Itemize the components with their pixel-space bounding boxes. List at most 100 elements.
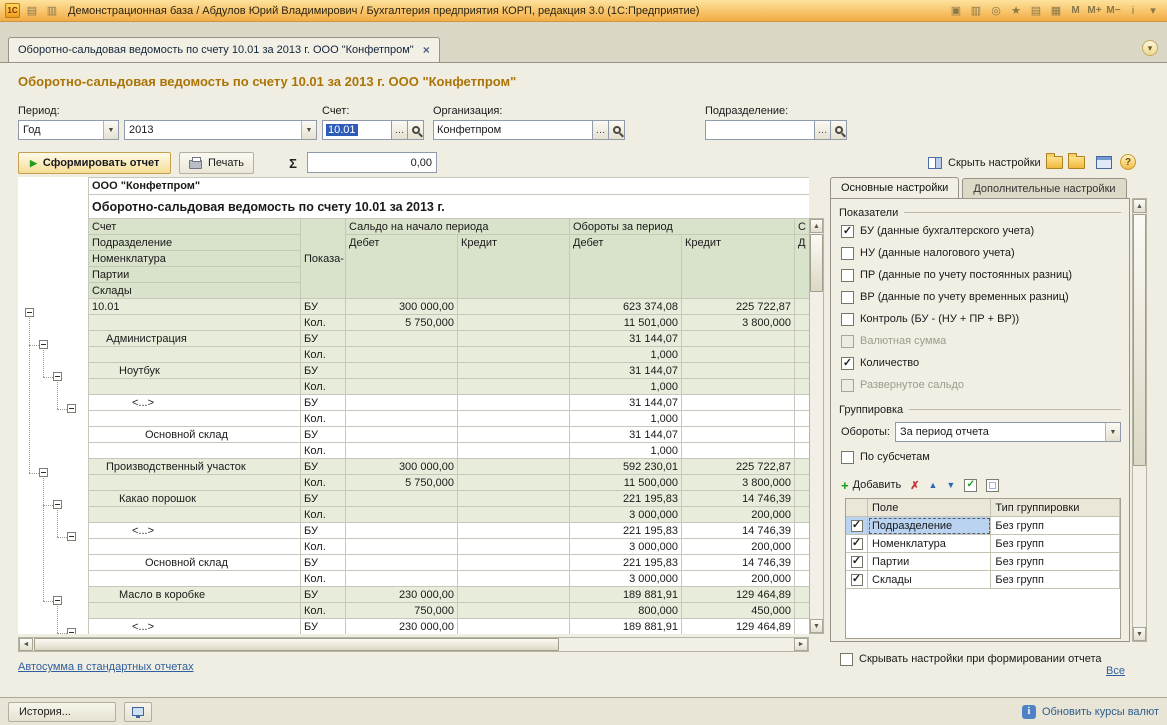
report-cell[interactable]: 750,000 (346, 603, 458, 619)
grouping-header-field[interactable]: Поле (868, 499, 991, 517)
indicator-checkbox[interactable]: ПР (данные по учету постоянных разниц) (831, 264, 1129, 286)
report-cell[interactable] (682, 411, 795, 427)
report-cell[interactable] (682, 347, 795, 363)
grouping-row[interactable]: ✓ПодразделениеБез групп (846, 517, 1120, 535)
memory-mplus-button[interactable]: M+ (1086, 3, 1103, 19)
autosum-field[interactable]: 0,00 (307, 152, 437, 173)
report-cell[interactable] (346, 507, 458, 523)
find-icon[interactable]: ◎ (987, 3, 1005, 19)
help-icon[interactable]: ? (1120, 154, 1136, 170)
report-cell[interactable]: 1,000 (570, 379, 682, 395)
tree-collapse-button[interactable] (67, 404, 76, 413)
report-cell[interactable] (346, 411, 458, 427)
organization-lookup-button[interactable] (609, 120, 625, 140)
autosum-sigma-icon[interactable]: Σ (283, 153, 303, 173)
division-lookup-button[interactable] (831, 120, 847, 140)
report-cell[interactable]: 623 374,08 (570, 299, 682, 315)
account-ellipsis-button[interactable]: … (392, 120, 408, 140)
report-cell[interactable] (458, 331, 570, 347)
all-link[interactable]: Все (1106, 665, 1125, 677)
grouping-row-checkbox[interactable]: ✓ (846, 535, 868, 553)
report-cell[interactable]: 221 195,83 (570, 555, 682, 571)
report-cell[interactable]: БУ (301, 555, 346, 571)
report-cell[interactable]: 200,000 (682, 539, 795, 555)
open-windows-dropdown-icon[interactable]: ▾ (1142, 40, 1158, 56)
report-cell[interactable]: 129 464,89 (682, 587, 795, 603)
report-cell[interactable]: 3 000,000 (570, 571, 682, 587)
report-cell[interactable]: 11 500,000 (570, 475, 682, 491)
report-cell[interactable] (458, 363, 570, 379)
report-cell[interactable]: 3 800,000 (682, 475, 795, 491)
report-cell[interactable]: 200,000 (682, 507, 795, 523)
report-cell[interactable] (458, 299, 570, 315)
indicator-checkbox[interactable]: ВР (данные по учету временных разниц) (831, 286, 1129, 308)
favorites-star-icon[interactable]: ★ (1007, 3, 1025, 19)
uncheck-all-icon[interactable] (986, 479, 999, 492)
report-cell[interactable] (795, 555, 809, 571)
report-cell[interactable] (89, 571, 301, 587)
report-cell[interactable] (795, 539, 809, 555)
report-cell[interactable] (346, 427, 458, 443)
period-type-combobox[interactable]: Год ▼ (18, 120, 119, 140)
indicator-checkbox[interactable]: Контроль (БУ - (НУ + ПР + ВР)) (831, 308, 1129, 330)
info-icon[interactable]: i (1124, 3, 1142, 19)
division-field[interactable]: … (705, 120, 847, 140)
grouping-row[interactable]: ✓ПартииБез групп (846, 553, 1120, 571)
report-cell[interactable]: 592 230,01 (570, 459, 682, 475)
report-cell[interactable] (458, 459, 570, 475)
turnover-combobox[interactable]: За период отчета ▼ (895, 422, 1121, 442)
report-cell[interactable]: БУ (301, 587, 346, 603)
report-cell[interactable] (795, 299, 809, 315)
indicator-checkbox[interactable]: ✓БУ (данные бухгалтерского учета) (831, 220, 1129, 242)
tree-collapse-button[interactable] (67, 628, 76, 634)
column-header-debit[interactable]: Дебет (346, 235, 458, 299)
report-cell[interactable]: Кол. (301, 443, 346, 459)
report-cell[interactable] (89, 347, 301, 363)
report-cell[interactable] (795, 587, 809, 603)
report-cell[interactable] (89, 379, 301, 395)
report-cell[interactable] (795, 571, 809, 587)
report-cell[interactable] (458, 619, 570, 634)
vertical-scroll-thumb[interactable] (1133, 214, 1146, 466)
report-cell[interactable]: 221 195,83 (570, 523, 682, 539)
report-cell[interactable]: Масло в коробке (89, 587, 301, 603)
organization-field[interactable]: Конфетпром … (433, 120, 625, 140)
move-up-icon[interactable]: ▲ (928, 480, 937, 490)
grouping-type-cell[interactable]: Без групп (991, 553, 1120, 571)
column-header-warehouses[interactable]: Склады (89, 283, 301, 299)
report-cell[interactable] (795, 475, 809, 491)
report-cell[interactable] (458, 475, 570, 491)
report-cell[interactable]: Кол. (301, 315, 346, 331)
report-cell[interactable]: 230 000,00 (346, 619, 458, 634)
report-cell[interactable]: 200,000 (682, 571, 795, 587)
report-cell[interactable] (458, 379, 570, 395)
report-cell[interactable] (346, 347, 458, 363)
report-cell[interactable]: Кол. (301, 347, 346, 363)
column-header-credit[interactable]: Кредит (458, 235, 570, 299)
report-cell[interactable] (795, 459, 809, 475)
account-field[interactable]: 10.01 … (322, 120, 424, 140)
titlebar-menu-chevron-icon[interactable]: ▾ (1144, 3, 1162, 19)
report-cell[interactable] (795, 411, 809, 427)
report-cell[interactable] (682, 427, 795, 443)
calculator-icon[interactable]: ▤ (1027, 3, 1045, 19)
report-cell[interactable]: Ноутбук (89, 363, 301, 379)
report-cell[interactable]: 1,000 (570, 411, 682, 427)
report-cell[interactable] (89, 443, 301, 459)
report-cell[interactable] (795, 363, 809, 379)
tree-collapse-button[interactable] (53, 596, 62, 605)
report-cell[interactable] (795, 379, 809, 395)
tab-report[interactable]: Оборотно-сальдовая ведомость по счету 10… (8, 37, 440, 62)
vertical-scroll-thumb[interactable] (810, 234, 823, 292)
column-header-debit[interactable]: Дебет (570, 235, 682, 299)
report-cell[interactable]: 11 501,000 (570, 315, 682, 331)
tab-close-icon[interactable]: × (423, 44, 430, 56)
by-subaccounts-checkbox[interactable]: По субсчетам (831, 446, 1129, 468)
column-header-debit-clipped[interactable]: Д (795, 235, 809, 299)
period-year-combobox[interactable]: 2013 ▼ (124, 120, 317, 140)
report-cell[interactable] (458, 523, 570, 539)
report-cell[interactable] (346, 539, 458, 555)
report-cell[interactable] (682, 443, 795, 459)
tree-collapse-button[interactable] (39, 468, 48, 477)
report-cell[interactable]: Производственный участок (89, 459, 301, 475)
